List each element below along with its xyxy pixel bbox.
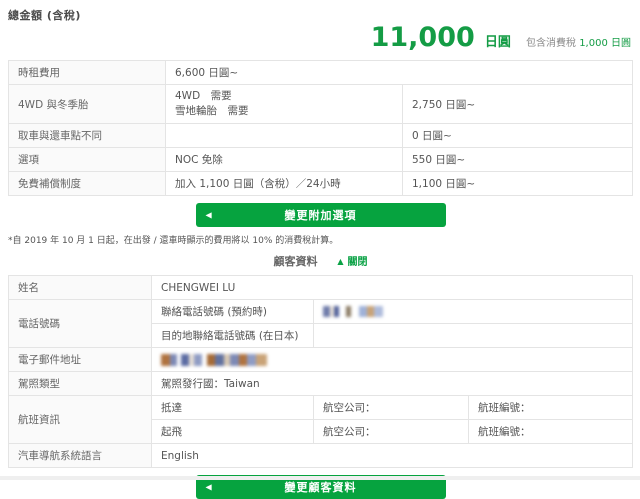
change-options-label: 變更附加選項 bbox=[285, 209, 357, 222]
left-arrow-icon: ◀ bbox=[206, 211, 212, 220]
fee-detail bbox=[166, 124, 403, 148]
license-value: 駕照發行國：Taiwan bbox=[152, 372, 633, 396]
phone-destination-label: 目的地聯絡電話號碼 (在日本) bbox=[152, 324, 314, 348]
nav-language-label: 汽車導航系統語言 bbox=[9, 444, 152, 468]
fee-label: 選項 bbox=[9, 148, 166, 172]
fee-price: 550 日圓~ bbox=[403, 148, 633, 172]
tax-calculation-note: *自 2019 年 10 月 1 日起，在出發 / 還車時顯示的費用將以 10%… bbox=[8, 233, 633, 246]
table-row: 免費補償制度 加入 1,100 日圓（含稅）／24小時 1,100 日圓~ bbox=[9, 172, 633, 196]
fee-detail: NOC 免除 bbox=[166, 148, 403, 172]
flight-departure-label: 起飛 bbox=[152, 420, 314, 444]
table-row: 航班資訊 抵達 航空公司： 航班編號： bbox=[9, 396, 633, 420]
total-currency: 日圓 bbox=[485, 35, 511, 50]
departure-flight-no-label: 航班編號： bbox=[469, 420, 633, 444]
fee-price: 2,750 日圓~ bbox=[403, 85, 633, 124]
fee-detail-line: 4WD 需要 bbox=[175, 90, 232, 102]
fee-label: 時租費用 bbox=[9, 61, 166, 85]
table-row: 電話號碼 聯絡電話號碼 (預約時) bbox=[9, 300, 633, 324]
change-options-button[interactable]: ◀ 變更附加選項 bbox=[196, 203, 446, 227]
phone-destination-value bbox=[314, 324, 633, 348]
rental-summary-page: 總金額 (含稅) 11,000 日圓 包含消費稅 1,000 日圓 時租費用 6… bbox=[0, 0, 640, 499]
nav-language-value: English bbox=[152, 444, 633, 468]
collapse-toggle[interactable]: ▲ 關閉 bbox=[337, 257, 367, 268]
redacted-phone-value bbox=[323, 306, 383, 317]
email-value bbox=[152, 348, 633, 372]
table-row: 取車與還車點不同 0 日圓~ bbox=[9, 124, 633, 148]
fee-price: 1,100 日圓~ bbox=[403, 172, 633, 196]
tax-label: 包含消費稅 bbox=[526, 38, 576, 49]
table-row: 4WD 與冬季胎 4WD 需要雪地輪胎 需要 2,750 日圓~ bbox=[9, 85, 633, 124]
page-title: 總金額 (含稅) bbox=[8, 7, 633, 23]
tax-value: 1,000 日圓 bbox=[579, 38, 631, 49]
fee-detail: 加入 1,100 日圓（含稅）／24小時 bbox=[166, 172, 403, 196]
table-row: 電子郵件地址 bbox=[9, 348, 633, 372]
table-row: 駕照類型 駕照發行國：Taiwan bbox=[9, 372, 633, 396]
flight-info-label: 航班資訊 bbox=[9, 396, 152, 444]
total-price-row: 11,000 日圓 包含消費稅 1,000 日圓 bbox=[8, 24, 631, 51]
customer-section-title: 顧客資料 bbox=[274, 255, 318, 268]
table-row: 選項 NOC 免除 550 日圓~ bbox=[9, 148, 633, 172]
table-row: 姓名 CHENGWEI LU bbox=[9, 276, 633, 300]
fee-label: 取車與還車點不同 bbox=[9, 124, 166, 148]
change-customer-label: 變更顧客資料 bbox=[285, 481, 357, 494]
tax-included-note: 包含消費稅 1,000 日圓 bbox=[526, 38, 631, 49]
fee-label: 免費補償制度 bbox=[9, 172, 166, 196]
redacted-email-value bbox=[161, 354, 267, 366]
fee-price: 6,600 日圓~ bbox=[166, 61, 633, 85]
phone-booking-value bbox=[314, 300, 633, 324]
fee-detail-line: 雪地輪胎 需要 bbox=[175, 105, 249, 117]
email-label: 電子郵件地址 bbox=[9, 348, 152, 372]
fee-detail: 4WD 需要雪地輪胎 需要 bbox=[166, 85, 403, 124]
collapse-label: 關閉 bbox=[348, 257, 368, 268]
phone-label: 電話號碼 bbox=[9, 300, 152, 348]
page-bottom-edge bbox=[0, 476, 640, 480]
customer-name-label: 姓名 bbox=[9, 276, 152, 300]
fee-breakdown-table: 時租費用 6,600 日圓~ 4WD 與冬季胎 4WD 需要雪地輪胎 需要 2,… bbox=[8, 60, 633, 196]
flight-arrival-label: 抵達 bbox=[152, 396, 314, 420]
fee-price: 0 日圓~ bbox=[403, 124, 633, 148]
total-amount: 11,000 bbox=[371, 22, 475, 53]
fee-label: 4WD 與冬季胎 bbox=[9, 85, 166, 124]
customer-name-value: CHENGWEI LU bbox=[152, 276, 633, 300]
departure-airline-label: 航空公司： bbox=[314, 420, 469, 444]
license-label: 駕照類型 bbox=[9, 372, 152, 396]
phone-booking-label: 聯絡電話號碼 (預約時) bbox=[152, 300, 314, 324]
arrival-airline-label: 航空公司： bbox=[314, 396, 469, 420]
table-row: 汽車導航系統語言 English bbox=[9, 444, 633, 468]
chevron-up-icon: ▲ bbox=[337, 257, 343, 266]
customer-info-table: 姓名 CHENGWEI LU 電話號碼 聯絡電話號碼 (預約時) 目的地聯絡電話… bbox=[8, 275, 633, 468]
table-row: 時租費用 6,600 日圓~ bbox=[9, 61, 633, 85]
left-arrow-icon: ◀ bbox=[206, 483, 212, 492]
customer-section-header: 顧客資料 ▲ 關閉 bbox=[8, 253, 633, 269]
arrival-flight-no-label: 航班編號： bbox=[469, 396, 633, 420]
